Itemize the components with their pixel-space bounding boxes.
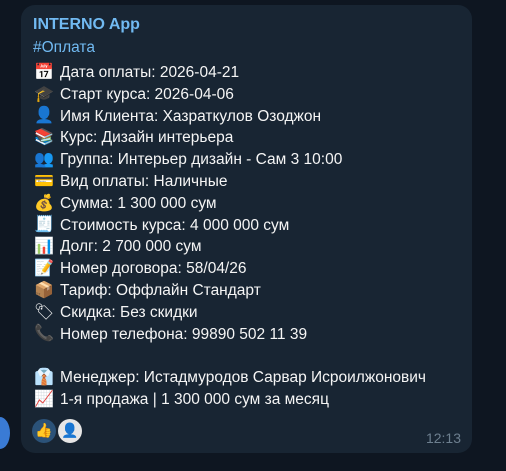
message-line: 🧾 Стоимость курса: 4 000 000 сум [33,215,426,237]
message-line-text: Номер телефона: 99890 502 11 39 [60,325,308,343]
message-line: 💳 Вид оплаты: Наличные [33,171,426,193]
message-line-text: Скидка: Без скидки [60,303,198,321]
message-line: 📞 Номер телефона: 99890 502 11 39 [33,324,426,346]
tag-icon: 🏷 [33,303,55,321]
message-body: 📅 Дата оплаты: 2026-04-21 🎓 Старт курса: 20… [33,62,426,411]
money-bag-icon: 💰 [34,194,54,212]
message-line: 👥 Группа: Интерьер дизайн - Сам 3 10:00 [33,149,426,171]
message-line-text: Вид оплаты: Наличные [60,172,228,190]
message-line: 💰 Сумма: 1 300 000 сум [33,193,426,215]
message-line-text: Менеджер: Истадмуродов Сарвар Исроилжоно… [60,369,426,387]
message-line-text: Дата оплаты: 2026-04-21 [60,64,240,81]
calendar-icon: 📅 [34,63,54,81]
graduation-cap-icon: 🎓 [34,85,54,103]
message-line: 🎓 Старт курса: 2026-04-06 [33,84,426,106]
thumbs-up-icon[interactable]: 👍 [32,419,56,443]
group-icon: 👥 [34,151,54,169]
message-line-text: Тариф: Оффлайн Стандарт [60,281,261,299]
package-icon: 📦 [34,281,54,299]
message-time: 12:13 [425,430,461,446]
message-line-text: 1-я продажа | 1 300 000 сум за месяц [60,390,329,408]
message-line: 👤 Имя Клиента: Хазраткулов Озоджон [33,106,426,128]
message-line: 📚 Курс: Дизайн интерьера [33,127,426,149]
message-line-text: Курс: Дизайн интерьера [60,129,234,147]
reactor-avatar-icon[interactable]: 👤 [58,419,82,443]
receipt-icon: 🧾 [34,216,54,234]
reactions-bar[interactable]: 👍 👤 [32,419,82,443]
message-line: 📝 Номер договора: 58/04/26 [33,258,426,280]
message-line: 📦 Тариф: Оффлайн Стандарт [33,280,426,302]
trend-up-icon: 📈 [34,390,54,408]
message-line: 👔 Менеджер: Истадмуродов Сарвар Исроилжон… [33,367,426,389]
memo-icon: 📝 [34,260,54,278]
message-line-text: Номер договора: 58/04/26 [60,260,247,278]
message-line: 📊 Долг: 2 700 000 сум [33,236,426,258]
message-line-text: Стоимость курса: 4 000 000 сум [60,216,290,234]
manager-icon: 👔 [34,369,54,387]
phone-icon: 📞 [34,325,54,343]
hashtag-link[interactable]: #Оплата [33,39,95,57]
message-line-text: Сумма: 1 300 000 сум [60,194,217,212]
message-bubble[interactable]: INTERNO App #Оплата 📅 Дата оплаты: 2026-0… [21,5,472,453]
message-line: 📈 1-я продажа | 1 300 000 сум за месяц [33,389,426,411]
message-line: 🏷 Скидка: Без скидки [33,302,426,324]
message-line-text: Имя Клиента: Хазраткулов Озоджон [60,107,322,125]
message-line-text: Группа: Интерьер дизайн - Сам 3 10:00 [60,151,343,169]
message-line-text: Долг: 2 700 000 сум [60,238,202,256]
message-line-text: Старт курса: 2026-04-06 [60,85,234,103]
message-line: 📅 Дата оплаты: 2026-04-21 [33,62,426,84]
books-icon: 📚 [34,129,54,147]
user-icon: 👤 [34,107,54,125]
bar-chart-icon: 📊 [34,238,54,256]
credit-card-icon: 💳 [34,172,54,190]
sender-name[interactable]: INTERNO App [33,16,140,34]
sender-avatar[interactable] [0,417,10,449]
